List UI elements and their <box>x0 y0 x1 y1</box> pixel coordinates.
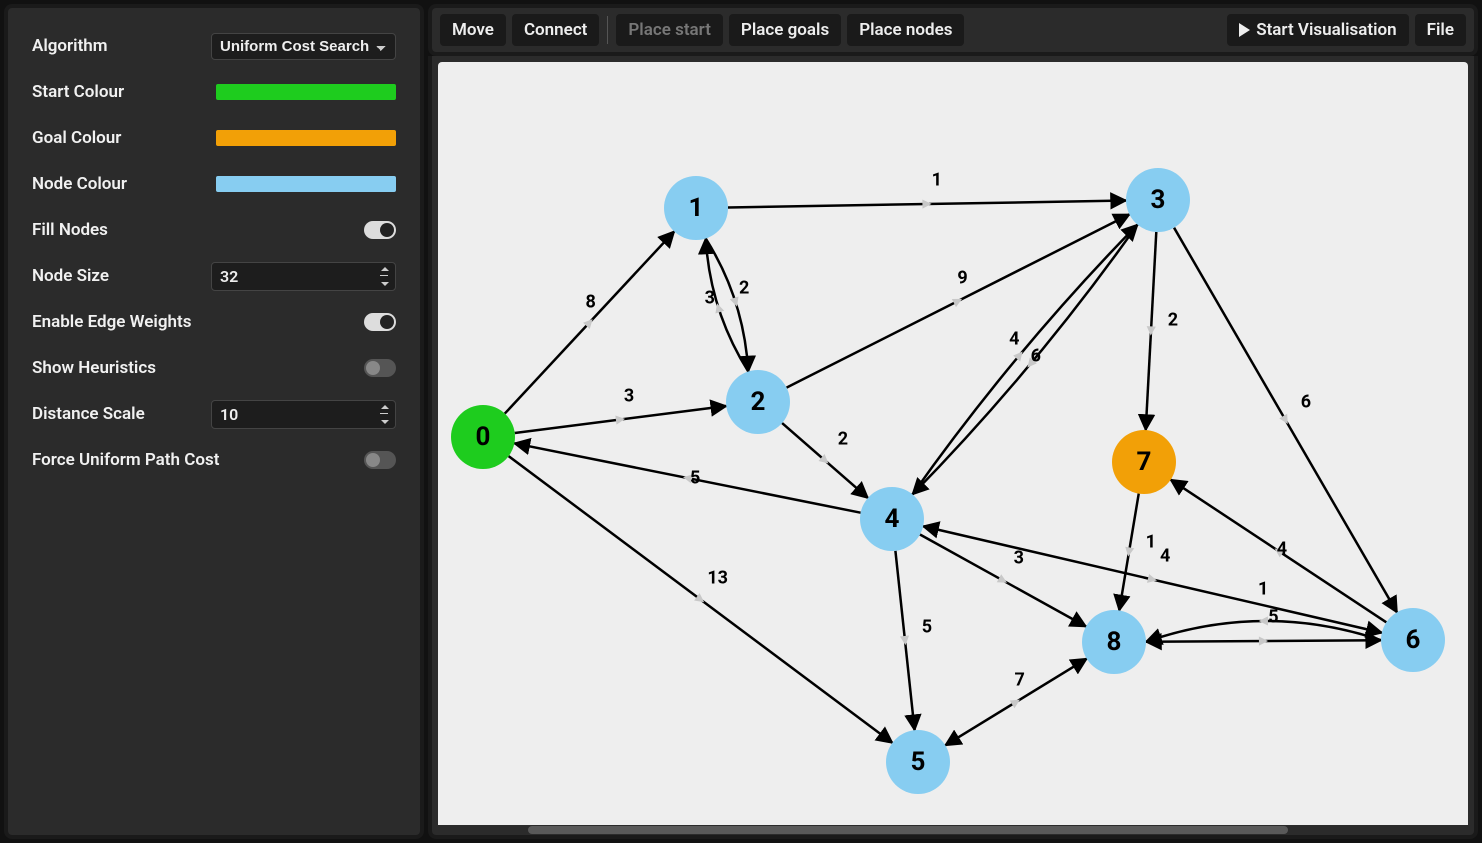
edge-weight-label: 13 <box>705 567 730 588</box>
fill-nodes-toggle[interactable] <box>364 221 396 239</box>
algorithm-label: Algorithm <box>32 36 108 56</box>
edge-weight-label: 6 <box>1299 391 1313 412</box>
graph-node-1[interactable]: 1 <box>664 176 728 240</box>
show-heuristics-label: Show Heuristics <box>32 358 156 378</box>
node-size-label: Node Size <box>32 266 109 286</box>
move-button[interactable]: Move <box>440 14 506 46</box>
start-colour-label: Start Colour <box>32 82 124 102</box>
distance-scale-label: Distance Scale <box>32 404 145 424</box>
edge-weight-label: 5 <box>1266 607 1280 628</box>
toolbar: Move Connect Place start Place goals Pla… <box>428 4 1478 56</box>
edge-weight-label: 5 <box>920 617 934 638</box>
force-uniform-toggle[interactable] <box>364 451 396 469</box>
graph-node-7[interactable]: 7 <box>1112 430 1176 494</box>
enable-edge-weights-toggle[interactable] <box>364 313 396 331</box>
edge-weight-label: 6 <box>1029 346 1043 367</box>
edge-weight-label: 4 <box>1275 539 1289 560</box>
edge-weight-label: 5 <box>688 467 702 488</box>
edge-weight-label: 8 <box>584 292 598 313</box>
edge-weight-label: 1 <box>1144 531 1158 552</box>
algorithm-select[interactable]: Uniform Cost Search <box>211 33 396 60</box>
node-colour-swatch[interactable] <box>216 176 396 192</box>
goal-colour-swatch[interactable] <box>216 130 396 146</box>
edge-weight-label: 4 <box>1158 545 1172 566</box>
edges-layer <box>438 62 1468 829</box>
graph-node-4[interactable]: 4 <box>860 487 924 551</box>
main-panel: Move Connect Place start Place goals Pla… <box>428 4 1478 839</box>
node-colour-label: Node Colour <box>32 174 127 194</box>
edge-weight-label: 2 <box>737 277 751 298</box>
graph-node-3[interactable]: 3 <box>1126 168 1190 232</box>
start-colour-swatch[interactable] <box>216 84 396 100</box>
graph-node-0[interactable]: 0 <box>451 405 515 469</box>
place-start-button[interactable]: Place start <box>616 14 723 46</box>
edge-weight-label: 2 <box>1166 309 1180 330</box>
edge[interactable] <box>912 225 1137 495</box>
connect-button[interactable]: Connect <box>512 14 599 46</box>
edge-weight-label: 7 <box>1013 669 1027 690</box>
goal-colour-label: Goal Colour <box>32 128 121 148</box>
start-visualisation-button[interactable]: Start Visualisation <box>1227 14 1408 46</box>
edge-weight-label: 4 <box>1007 328 1021 349</box>
play-icon <box>1239 23 1250 37</box>
node-size-input[interactable]: 32 <box>211 262 396 291</box>
place-nodes-button[interactable]: Place nodes <box>847 14 964 46</box>
graph-node-6[interactable]: 6 <box>1381 608 1445 672</box>
edge-weight-label: 1 <box>930 170 944 191</box>
graph-node-8[interactable]: 8 <box>1082 610 1146 674</box>
edge-weight-label: 1 <box>1256 579 1270 600</box>
file-button[interactable]: File <box>1415 14 1466 46</box>
place-goals-button[interactable]: Place goals <box>729 14 841 46</box>
graph-node-2[interactable]: 2 <box>726 370 790 434</box>
edge-weight-label: 3 <box>703 288 717 309</box>
enable-edge-weights-label: Enable Edge Weights <box>32 312 191 332</box>
edge-weight-label: 3 <box>622 385 636 406</box>
show-heuristics-toggle[interactable] <box>364 359 396 377</box>
edge-weight-label: 9 <box>955 268 969 289</box>
edge-weight-label: 2 <box>836 429 850 450</box>
graph-node-5[interactable]: 5 <box>886 730 950 794</box>
edge[interactable] <box>912 225 1137 495</box>
fill-nodes-label: Fill Nodes <box>32 220 108 240</box>
toolbar-separator <box>607 16 608 44</box>
edge-weight-label: 3 <box>1012 548 1026 569</box>
graph-canvas[interactable]: 8351312392642654374511012345678 <box>438 62 1468 829</box>
force-uniform-label: Force Uniform Path Cost <box>32 450 219 470</box>
distance-scale-input[interactable]: 10 <box>211 400 396 429</box>
settings-sidebar: Algorithm Uniform Cost Search Start Colo… <box>4 4 424 839</box>
